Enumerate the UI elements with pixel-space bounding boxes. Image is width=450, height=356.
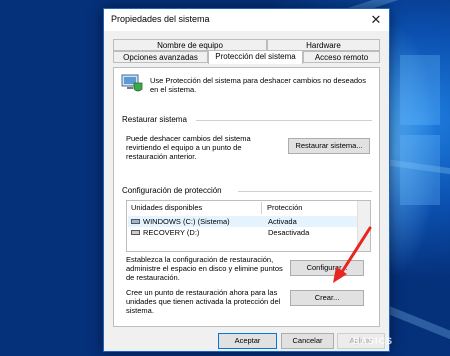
ok-button[interactable]: Aceptar bbox=[218, 333, 277, 349]
tab-opciones-avanzadas[interactable]: Opciones avanzadas bbox=[113, 51, 208, 63]
tab-panel: Use Protección del sistema para deshacer… bbox=[113, 67, 380, 327]
column-separator bbox=[261, 202, 262, 214]
windows-logo-pane bbox=[400, 55, 440, 125]
tab-acceso-remoto[interactable]: Acceso remoto bbox=[303, 51, 380, 63]
create-text-line3: sistema. bbox=[126, 306, 154, 315]
watermark: BASICS bbox=[353, 336, 394, 346]
protection-heading: Configuración de protección bbox=[122, 186, 222, 195]
tab-proteccion-del-sistema[interactable]: Protección del sistema bbox=[208, 50, 303, 64]
config-text-line3: de restauración. bbox=[126, 273, 180, 282]
title-bar[interactable]: Propiedades del sistema ✕ bbox=[104, 9, 389, 31]
drive-icon bbox=[131, 230, 140, 235]
create-text-line1: Cree un punto de restauración ahora para… bbox=[126, 288, 278, 297]
config-text-line1: Establezca la configuración de restaurac… bbox=[126, 255, 274, 264]
restore-heading: Restaurar sistema bbox=[122, 115, 187, 124]
drive-row[interactable]: WINDOWS (C:) (Sistema) Activada bbox=[128, 216, 357, 227]
column-header-drives[interactable]: Unidades disponibles bbox=[131, 201, 202, 214]
restore-text-line3: restauración anterior. bbox=[126, 152, 197, 161]
cancel-button[interactable]: Cancelar bbox=[281, 333, 334, 349]
windows-logo-pane bbox=[400, 135, 440, 205]
restore-system-button[interactable]: Restaurar sistema... bbox=[288, 138, 370, 154]
drive-status: Desactivada bbox=[268, 228, 310, 237]
intro-text-line1: Use Protección del sistema para deshacer… bbox=[150, 76, 366, 85]
drive-row[interactable]: RECOVERY (D:) Desactivada bbox=[128, 227, 357, 238]
system-protection-icon bbox=[121, 74, 143, 92]
create-text-line2: unidades que tienen activada la protecci… bbox=[126, 297, 281, 306]
drive-name: WINDOWS (C:) (Sistema) bbox=[143, 217, 230, 226]
drive-status: Activada bbox=[268, 217, 297, 226]
window-title: Propiedades del sistema bbox=[111, 14, 210, 24]
section-divider bbox=[238, 191, 372, 192]
config-text-line2: administre el espacio en disco y elimine… bbox=[126, 264, 283, 273]
drive-icon bbox=[131, 219, 140, 224]
system-properties-dialog: Propiedades del sistema ✕ Nombre de equi… bbox=[103, 8, 390, 352]
drive-name: RECOVERY (D:) bbox=[143, 228, 200, 237]
create-button[interactable]: Crear... bbox=[290, 290, 364, 306]
section-divider bbox=[196, 120, 372, 121]
intro-text-line2: en el sistema. bbox=[150, 85, 197, 94]
column-header-protection[interactable]: Protección bbox=[267, 201, 302, 214]
annotation-arrow-icon bbox=[333, 226, 372, 283]
restore-text-line1: Puede deshacer cambios del sistema bbox=[126, 134, 251, 143]
restore-text-line2: revirtiendo el equipo a un punto de bbox=[126, 143, 242, 152]
close-icon[interactable]: ✕ bbox=[367, 11, 385, 29]
